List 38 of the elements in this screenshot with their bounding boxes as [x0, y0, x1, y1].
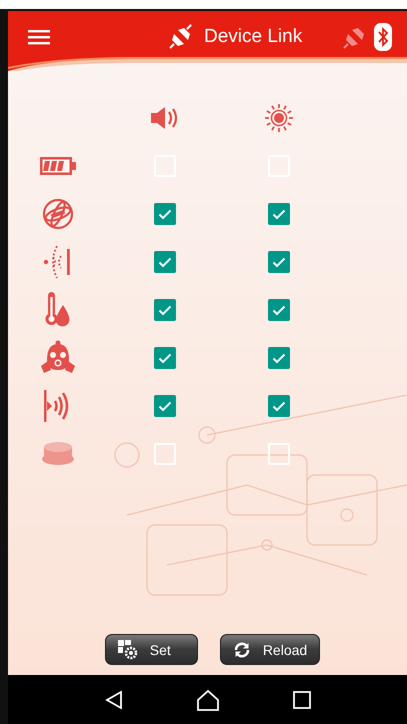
checkbox[interactable]	[268, 251, 290, 273]
sun-icon	[263, 103, 295, 133]
checkbox[interactable]	[154, 203, 176, 225]
gyroscope-icon	[41, 197, 75, 231]
push-button-icon	[41, 441, 75, 467]
thermometer-drop-icon	[44, 291, 72, 329]
battery-icon	[39, 156, 77, 176]
checkbox[interactable]	[268, 203, 290, 225]
checkbox[interactable]	[154, 347, 176, 369]
checkmark-icon	[158, 400, 172, 412]
checkmark-icon	[158, 256, 172, 268]
checkmark-icon	[272, 352, 286, 364]
proximity-sensor-icon	[43, 244, 73, 280]
bluetooth-icon[interactable]	[374, 23, 392, 51]
checkbox[interactable]	[268, 299, 290, 321]
refresh-icon	[232, 640, 251, 658]
checkmark-icon	[272, 400, 286, 412]
home-icon[interactable]	[196, 688, 220, 710]
checkbox[interactable]	[154, 251, 176, 273]
recent-apps-icon[interactable]	[292, 690, 311, 708]
checkbox[interactable]	[154, 299, 176, 321]
reload-button[interactable]: Reload	[220, 634, 320, 665]
back-icon[interactable]	[104, 690, 124, 710]
gear-icon	[118, 640, 138, 660]
menu-icon[interactable]	[28, 29, 50, 45]
checkmark-icon	[272, 208, 286, 220]
checkmark-icon	[272, 304, 286, 316]
app-title: Device Link	[204, 26, 302, 48]
plug-icon	[168, 24, 194, 50]
gas-mask-icon	[40, 340, 76, 376]
checkbox[interactable]	[154, 395, 176, 417]
checkmark-icon	[272, 256, 286, 268]
checkmark-icon	[158, 352, 172, 364]
checkbox[interactable]	[268, 347, 290, 369]
set-button[interactable]: Set	[104, 634, 198, 665]
checkbox[interactable]	[268, 395, 290, 417]
checkmark-icon	[158, 304, 172, 316]
checkmark-icon	[158, 208, 172, 220]
